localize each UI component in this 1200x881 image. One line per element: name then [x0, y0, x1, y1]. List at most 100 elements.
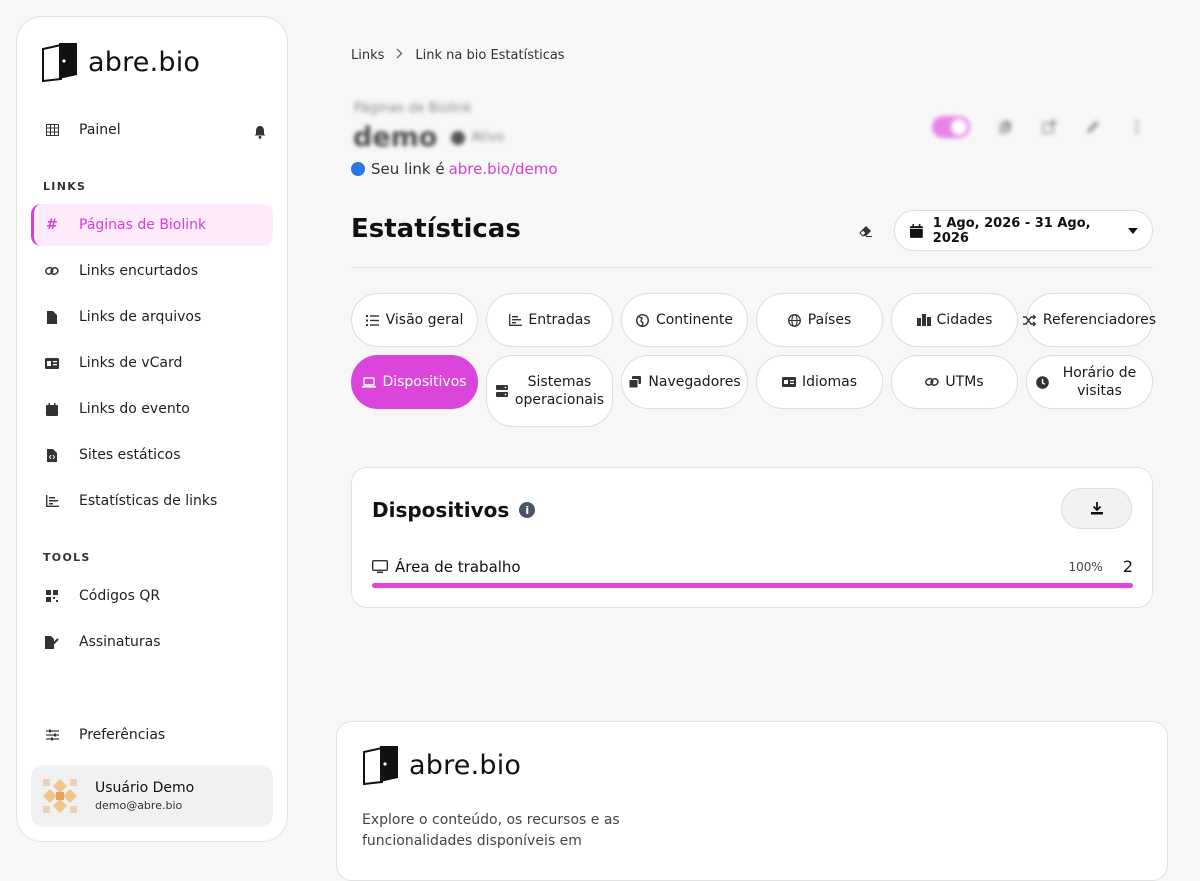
server-icon: [495, 384, 509, 398]
random-icon: [1023, 313, 1037, 327]
tab-overview[interactable]: Visão geral: [351, 293, 478, 347]
tab-operating-systems[interactable]: Sistemas operacionais: [486, 355, 613, 427]
download-button[interactable]: [1061, 488, 1132, 529]
sidebar-item-label: Links de vCard: [79, 355, 183, 371]
tab-label: Países: [807, 312, 852, 328]
tab-label: Horário de visitas: [1062, 365, 1137, 399]
sidebar-item-file-links[interactable]: Links de arquivos: [31, 296, 273, 338]
brand-logo[interactable]: abre.bio: [39, 41, 200, 83]
sidebar-item-biolink-pages[interactable]: # Páginas de Biolink: [31, 204, 273, 246]
tab-utms[interactable]: UTMs: [891, 355, 1018, 409]
sidebar-item-painel[interactable]: Painel: [31, 109, 273, 151]
device-percent: 100%: [1068, 559, 1103, 574]
your-link-prefix: Seu link é: [371, 160, 445, 178]
sidebar-item-label: Assinaturas: [79, 634, 161, 650]
user-email: demo@abre.bio: [95, 799, 183, 812]
sidebar-item-label: Preferências: [79, 727, 166, 743]
user-card[interactable]: Usuário Demo demo@abre.bio: [31, 765, 273, 827]
date-range-picker[interactable]: 1 Ago, 2026 - 31 Ago, 2026: [894, 210, 1153, 251]
tab-referrers[interactable]: Referenciadores: [1023, 293, 1157, 347]
breadcrumb: Links Link na bio Estatísticas: [351, 48, 565, 63]
desktop-icon: [372, 559, 388, 573]
tab-label: Referenciadores: [1042, 312, 1157, 328]
sidebar: abre.bio Painel LINKS # Páginas de Bioli…: [16, 16, 288, 842]
sidebar-item-label: Painel: [79, 122, 121, 138]
sliders-icon: [45, 728, 59, 742]
tab-label: Dispositivos: [382, 374, 467, 390]
stats-tabs: Visão geral Entradas Continente Países C…: [351, 293, 1157, 427]
sidebar-item-label: Links encurtados: [79, 263, 199, 279]
biolink-url[interactable]: abre.bio/demo: [449, 160, 558, 178]
tab-label: Cidades: [936, 312, 993, 328]
info-icon[interactable]: i: [519, 502, 536, 518]
user-name: Usuário Demo: [95, 780, 195, 796]
link-icon: [925, 375, 940, 389]
sidebar-item-label: Links do evento: [79, 401, 190, 417]
biolink-name: demo: [353, 122, 438, 153]
sidebar-item-event-links[interactable]: Links do evento: [31, 388, 273, 430]
eraser-icon[interactable]: [858, 222, 874, 238]
tab-languages[interactable]: Idiomas: [756, 355, 883, 409]
footer-description: Explore o conteúdo, os recursos e as fun…: [362, 812, 620, 849]
biolink-toolbar: [932, 116, 1146, 138]
external-link-icon[interactable]: [1040, 118, 1058, 136]
chart-bar-icon: [45, 494, 59, 508]
date-range-label: 1 Ago, 2026 - 31 Ago, 2026: [932, 215, 1091, 246]
sidebar-item-preferences[interactable]: Preferências: [31, 714, 273, 756]
tab-entries[interactable]: Entradas: [486, 293, 613, 347]
pencil-icon[interactable]: [1084, 118, 1102, 136]
sidebar-item-signatures[interactable]: Assinaturas: [31, 621, 273, 663]
sidebar-item-label: Estatísticas de links: [79, 493, 218, 509]
tab-browsers[interactable]: Navegadores: [621, 355, 748, 409]
download-icon: [1090, 502, 1103, 515]
sidebar-item-vcard-links[interactable]: Links de vCard: [31, 342, 273, 384]
tab-label: Visão geral: [385, 312, 464, 328]
status-label: Ativo: [471, 130, 505, 145]
your-link-line: Seu link é abre.bio/demo: [351, 160, 558, 178]
device-row: Área de trabalho 100% 2: [372, 557, 1133, 576]
sidebar-item-qr-codes[interactable]: Códigos QR: [31, 575, 273, 617]
avatar: [41, 777, 79, 815]
copy-icon[interactable]: [996, 118, 1014, 136]
device-progress-fill: [372, 583, 1133, 588]
table-icon: [45, 123, 59, 137]
tab-label: UTMs: [945, 374, 984, 390]
link-icon: [45, 264, 59, 278]
file-code-icon: [45, 448, 59, 462]
more-vertical-icon[interactable]: [1128, 118, 1146, 136]
section-label-tools: TOOLS: [43, 551, 91, 564]
tab-continent[interactable]: Continente: [621, 293, 748, 347]
sidebar-item-short-links[interactable]: Links encurtados: [31, 250, 273, 292]
qrcode-icon: [45, 589, 59, 603]
biolink-type-label: Páginas de Biolink: [354, 101, 473, 116]
window-restore-icon: [628, 375, 642, 389]
device-progress-track: [372, 583, 1133, 588]
footer-brand-logo[interactable]: abre.bio: [360, 744, 521, 786]
tab-label: Sistemas operacionais: [514, 374, 605, 408]
globe-icon: [788, 313, 802, 327]
divider: [351, 267, 1153, 268]
tab-devices[interactable]: Dispositivos: [351, 355, 478, 409]
caret-down-icon: [1128, 227, 1138, 234]
calendar-icon: [45, 402, 59, 416]
footer-card: abre.bio Explore o conteúdo, os recursos…: [336, 721, 1168, 881]
section-label-links: LINKS: [43, 180, 87, 193]
chart-line-icon: [508, 313, 522, 327]
tab-label: Navegadores: [648, 374, 741, 390]
breadcrumb-links[interactable]: Links: [351, 48, 384, 63]
file-icon: [45, 310, 59, 324]
active-toggle[interactable]: [932, 116, 970, 138]
tab-cities[interactable]: Cidades: [891, 293, 1018, 347]
city-icon: [916, 313, 931, 327]
sidebar-item-static-sites[interactable]: Sites estáticos: [31, 434, 273, 476]
tab-countries[interactable]: Países: [756, 293, 883, 347]
tab-visit-hours[interactable]: Horário de visitas: [1026, 355, 1153, 409]
sidebar-item-label: Códigos QR: [79, 588, 161, 604]
globe-europe-icon: [636, 313, 650, 327]
hash-icon: #: [46, 217, 58, 233]
sidebar-item-link-stats[interactable]: Estatísticas de links: [31, 480, 273, 522]
bell-icon[interactable]: [253, 125, 267, 139]
devices-card: Dispositivos i Área de trabalho 100% 2: [351, 467, 1153, 608]
language-icon: [782, 375, 796, 389]
devices-title: Dispositivos: [372, 498, 510, 522]
